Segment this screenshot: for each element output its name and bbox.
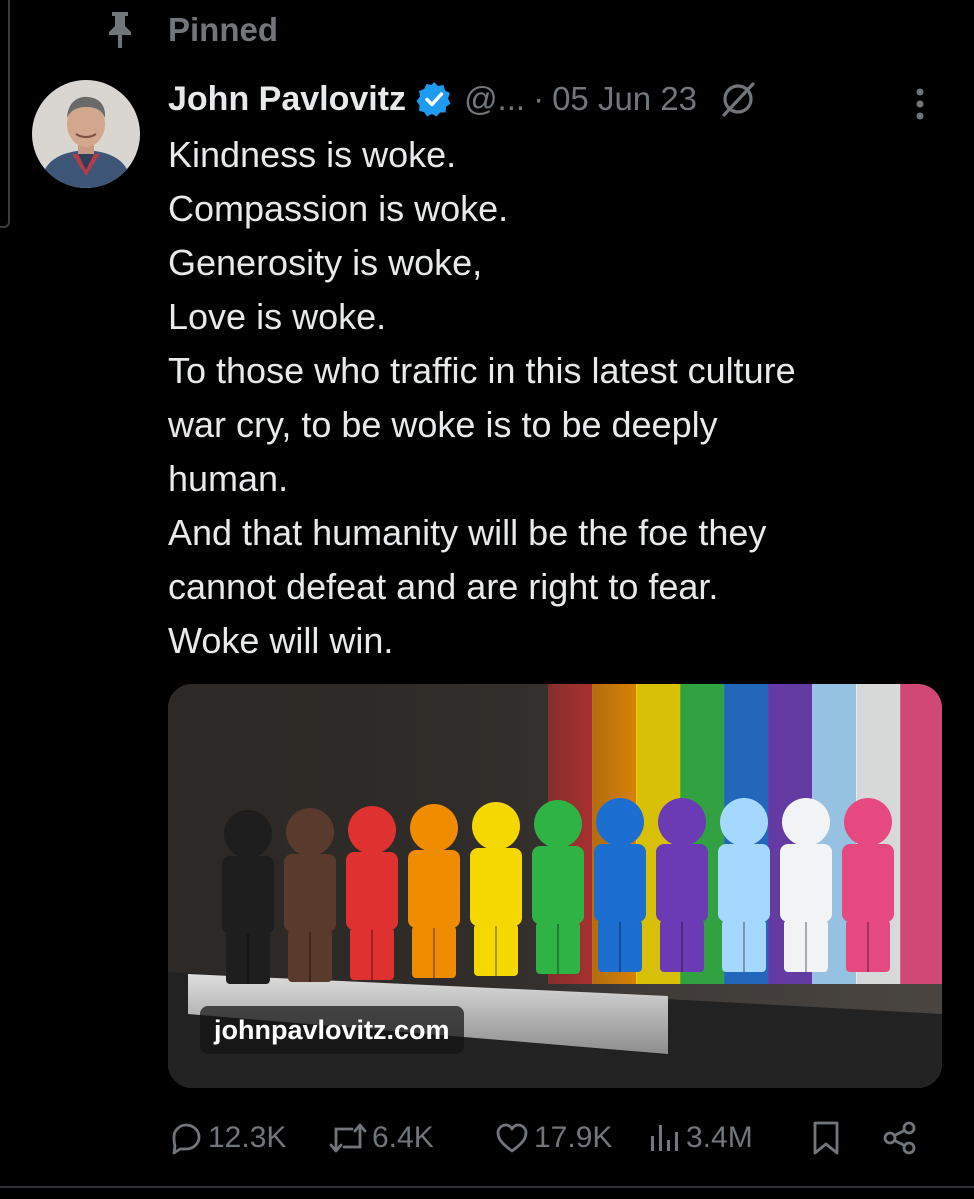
post-text-line: human.: [168, 458, 289, 499]
author-handle[interactable]: @...: [464, 80, 525, 118]
views-button[interactable]: 3.4M: [648, 1112, 753, 1164]
reply-button[interactable]: 12.3K: [168, 1112, 286, 1164]
post-text-line: Love is woke.: [168, 296, 387, 337]
pinned-indicator: Pinned: [104, 8, 278, 52]
figure-silhouette: [718, 798, 770, 972]
like-button[interactable]: 17.9K: [494, 1112, 612, 1164]
post-text-line: Generosity is woke,: [168, 242, 483, 283]
figure-silhouette: [470, 802, 522, 976]
figure-silhouette: [780, 798, 832, 972]
avatar[interactable]: [32, 80, 140, 188]
more-dots-icon: [916, 88, 924, 120]
views-count: 3.4M: [686, 1121, 753, 1154]
heart-icon: [496, 1123, 528, 1153]
more-options-button[interactable]: [906, 84, 934, 124]
header-separator: ·: [533, 80, 545, 117]
link-domain-badge[interactable]: johnpavlovitz.com: [200, 1006, 464, 1054]
post-header: John Pavlovitz @... · 05 Jun 23: [168, 74, 938, 124]
grok-icon[interactable]: [719, 80, 757, 118]
figure-silhouette: [284, 808, 336, 982]
author-name[interactable]: John Pavlovitz: [168, 80, 406, 119]
post-text-line: To those who traffic in this latest cult…: [168, 350, 796, 391]
figure-silhouette: [594, 798, 646, 972]
pin-icon: [109, 12, 131, 48]
bookmark-button[interactable]: [810, 1112, 842, 1164]
action-bar: 12.3K 6.4K 17.9K 3.4M: [168, 1112, 928, 1164]
post-text-line: Compassion is woke.: [168, 188, 509, 229]
repost-count: 6.4K: [372, 1121, 434, 1154]
figure-silhouette: [222, 810, 274, 984]
like-count: 17.9K: [534, 1121, 613, 1154]
link-preview-card[interactable]: johnpavlovitz.com: [168, 684, 942, 1088]
thread-connector-line: [0, 0, 10, 228]
repost-button[interactable]: 6.4K: [328, 1112, 434, 1164]
share-button[interactable]: [882, 1112, 918, 1164]
post-text: Kindness is woke. Compassion is woke. Ge…: [168, 128, 948, 668]
pinned-label: Pinned: [168, 11, 279, 48]
post-text-line: war cry, to be woke is to be deeply: [168, 404, 718, 445]
post-text-line: Woke will win.: [168, 620, 394, 661]
post-divider: [0, 1186, 974, 1188]
post-text-line: And that humanity will be the foe they: [168, 512, 767, 553]
verified-badge-icon[interactable]: [416, 81, 452, 117]
figure-silhouette: [408, 804, 460, 978]
post-text-line: Kindness is woke.: [168, 134, 457, 175]
views-chart-icon: [651, 1125, 678, 1151]
post-date[interactable]: 05 Jun 23: [552, 80, 697, 118]
reply-count: 12.3K: [208, 1121, 287, 1154]
post-text-line: cannot defeat and are right to fear.: [168, 566, 719, 607]
reply-icon: [172, 1123, 201, 1155]
repost-icon: [329, 1123, 367, 1153]
figure-silhouette: [346, 806, 398, 980]
figure-silhouette: [656, 798, 708, 972]
figure-silhouette: [842, 798, 894, 972]
share-icon: [883, 1121, 916, 1155]
bookmark-icon: [813, 1121, 839, 1155]
figure-silhouette: [532, 800, 584, 974]
